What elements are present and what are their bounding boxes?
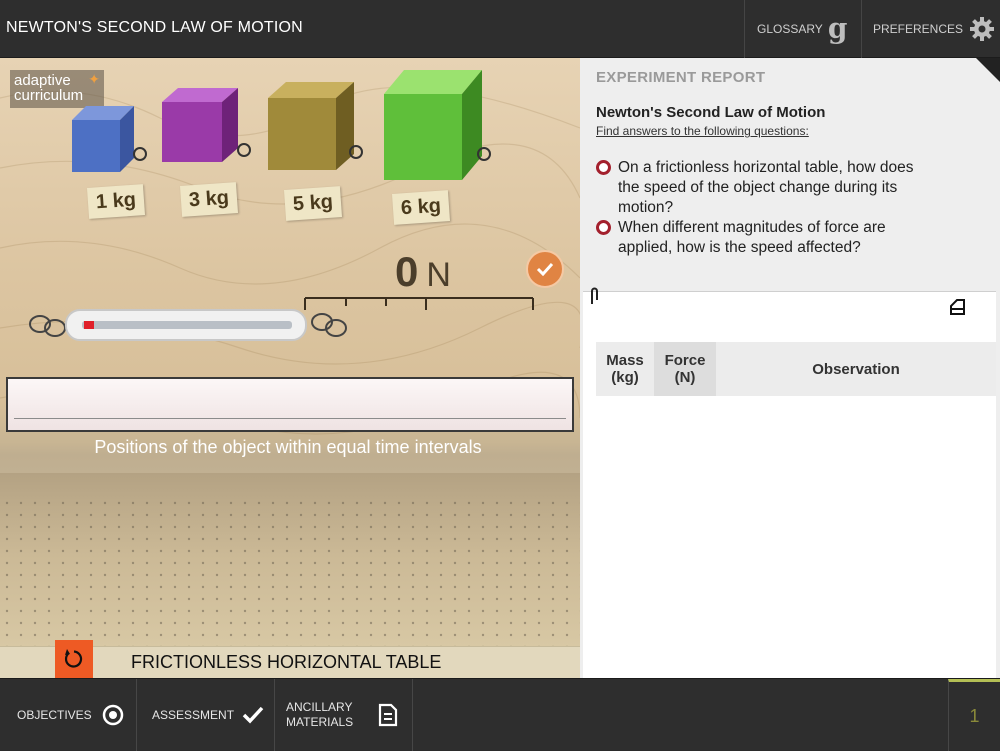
bottom-bar: OBJECTIVES ASSESSMENT ANCILLARY MATERIAL… xyxy=(0,678,1000,751)
question-bullet-icon xyxy=(596,220,611,235)
question-2[interactable]: When different magnitudes of force are a… xyxy=(596,218,936,258)
observation-column-header: Observation xyxy=(716,342,996,396)
spring-scale[interactable] xyxy=(0,288,580,348)
track-caption: Positions of the object within equal tim… xyxy=(94,437,482,457)
assessment-label: ASSESSMENT xyxy=(152,708,235,722)
checkmark-icon xyxy=(536,262,554,276)
position-track-line xyxy=(14,418,566,419)
document-icon xyxy=(378,703,398,727)
question-1-text: On a frictionless horizontal table, how … xyxy=(618,159,914,216)
simulation-area: adaptive curriculum ✦ 1 kg 3 kg 5 kg 6 k… xyxy=(0,58,580,678)
checkmark-icon xyxy=(242,706,264,724)
observation-notepad: Mass (kg) Force (N) Observation xyxy=(583,287,996,678)
gear-icon xyxy=(970,17,995,41)
question-bullet-icon xyxy=(596,160,611,175)
cube-5kg[interactable] xyxy=(268,82,363,170)
ancillary-label: ANCILLARY MATERIALS xyxy=(286,700,354,729)
table-label: FRICTIONLESS HORIZONTAL TABLE xyxy=(131,652,442,672)
force-ruler xyxy=(304,297,534,310)
spring-scale-indicator xyxy=(84,321,94,329)
mass-label-1kg[interactable]: 1 kg xyxy=(86,184,146,219)
experiment-subtitle: Find answers to the following questions: xyxy=(596,124,809,138)
report-heading: EXPERIMENT REPORT xyxy=(596,69,766,86)
page-fold-corner[interactable] xyxy=(976,58,1000,82)
cube-3kg[interactable] xyxy=(162,88,251,162)
experiment-report-panel: EXPERIMENT REPORT Newton's Second Law of… xyxy=(580,58,1000,678)
paperclip-icon xyxy=(591,287,598,304)
page-number: 1 xyxy=(948,679,1000,751)
cube-6kg[interactable] xyxy=(384,70,491,180)
assessment-button[interactable]: ASSESSMENT xyxy=(137,679,275,751)
objectives-label: OBJECTIVES xyxy=(17,708,92,722)
question-1[interactable]: On a frictionless horizontal table, how … xyxy=(596,158,936,218)
mass-label-5kg[interactable]: 5 kg xyxy=(283,186,343,221)
position-track-panel xyxy=(6,377,574,432)
question-2-text: When different magnitudes of force are a… xyxy=(618,219,886,256)
mass-column-header: Mass (kg) xyxy=(596,342,654,396)
mass-label-6kg[interactable]: 6 kg xyxy=(391,190,451,225)
cube-1kg[interactable] xyxy=(72,106,147,172)
glossary-label: GLOSSARY xyxy=(757,22,823,36)
reset-button[interactable] xyxy=(55,640,93,678)
force-column-header: Force (N) xyxy=(654,342,716,396)
target-icon xyxy=(102,704,123,726)
observation-table: Mass (kg) Force (N) Observation xyxy=(596,342,996,396)
app-title: NEWTON'S SECOND LAW OF MOTION xyxy=(6,19,303,36)
ancillary-materials-button[interactable]: ANCILLARY MATERIALS xyxy=(275,679,413,751)
objectives-button[interactable]: OBJECTIVES xyxy=(0,679,137,751)
top-bar: NEWTON'S SECOND LAW OF MOTION GLOSSARY g… xyxy=(0,0,1000,58)
reset-icon xyxy=(64,649,83,668)
glossary-g-icon: g xyxy=(827,11,848,45)
mass-cubes xyxy=(72,70,491,180)
mass-label-3kg[interactable]: 3 kg xyxy=(179,182,239,217)
glossary-button[interactable]: GLOSSARY g xyxy=(744,0,861,58)
apply-force-check-button[interactable] xyxy=(526,250,564,288)
preferences-button[interactable]: PREFERENCES xyxy=(861,0,1000,58)
experiment-title: Newton's Second Law of Motion xyxy=(596,104,826,121)
preferences-label: PREFERENCES xyxy=(873,22,964,36)
erase-icon[interactable] xyxy=(948,298,968,316)
